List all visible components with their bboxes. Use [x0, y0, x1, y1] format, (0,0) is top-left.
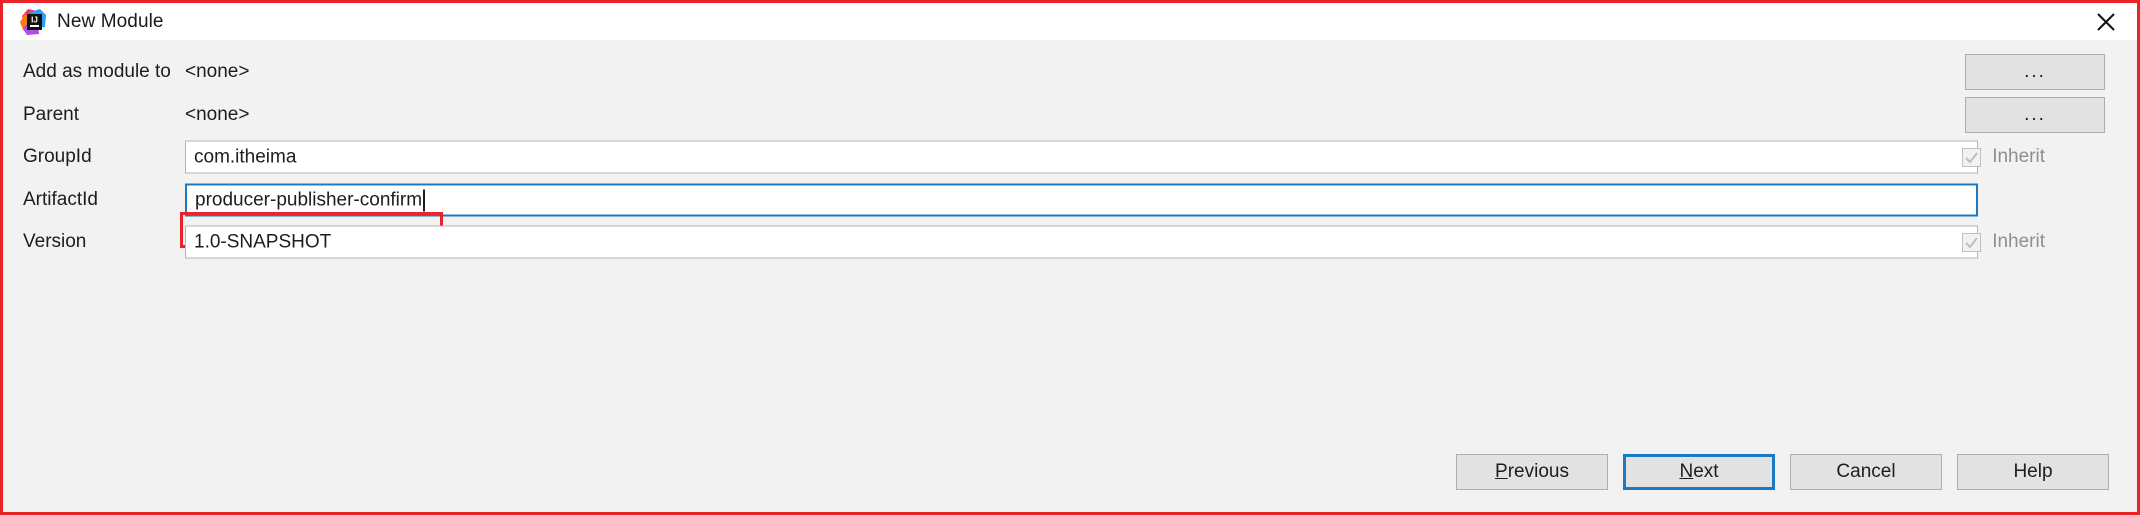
close-button[interactable]: [2075, 3, 2137, 40]
version-inherit-label: Inherit: [1992, 231, 2045, 252]
row-groupid: GroupId com.itheima Inherit: [3, 137, 2137, 177]
dialog-content: Add as module to <none> ... Parent <none…: [3, 40, 2137, 512]
previous-button[interactable]: Previous: [1456, 454, 1608, 490]
groupid-inherit-checkbox[interactable]: Inherit: [1962, 146, 2045, 168]
cancel-label: Cancel: [1836, 461, 1896, 482]
label-version: Version: [23, 231, 87, 252]
groupid-inherit-label: Inherit: [1992, 146, 2045, 167]
value-parent: <none>: [185, 104, 250, 125]
text-caret: [423, 189, 426, 211]
row-parent: Parent <none> ...: [3, 95, 2137, 135]
row-version: Version 1.0-SNAPSHOT Inherit: [3, 222, 2137, 262]
checkbox-checked-icon: [1962, 232, 1982, 252]
ellipsis-icon: ...: [2024, 61, 2046, 83]
version-inherit-checkbox[interactable]: Inherit: [1962, 231, 2045, 253]
artifactid-value: producer-publisher-confirm: [195, 189, 423, 211]
label-parent: Parent: [23, 104, 79, 125]
close-icon: [2097, 12, 2115, 31]
label-add-as-module-to: Add as module to: [23, 61, 171, 82]
next-mnemonic: N: [1679, 461, 1694, 482]
svg-text:IJ: IJ: [31, 15, 38, 24]
version-value: 1.0-SNAPSHOT: [194, 231, 332, 253]
checkbox-checked-icon: [1962, 147, 1982, 167]
next-label: ext: [1693, 461, 1719, 482]
help-button[interactable]: Help: [1957, 454, 2109, 490]
row-artifactid: ArtifactId producer-publisher-confirm: [3, 180, 2137, 220]
browse-add-as-module-to-button[interactable]: ...: [1965, 54, 2105, 90]
row-add-as-module-to: Add as module to <none> ...: [3, 52, 2137, 92]
new-module-dialog: IJ New Module Add as module to <none> ..…: [0, 0, 2140, 515]
version-input[interactable]: 1.0-SNAPSHOT: [185, 225, 1978, 259]
artifactid-input[interactable]: producer-publisher-confirm: [185, 183, 1978, 217]
ellipsis-icon: ...: [2024, 104, 2046, 126]
label-artifactid: ArtifactId: [23, 189, 98, 210]
title-bar: IJ New Module: [3, 3, 2137, 40]
groupid-input[interactable]: com.itheima: [185, 140, 1978, 174]
help-label: Help: [2013, 461, 2053, 482]
groupid-value: com.itheima: [194, 146, 297, 168]
cancel-button[interactable]: Cancel: [1790, 454, 1942, 490]
dialog-button-bar: Previous Next Cancel Help: [1456, 454, 2109, 490]
next-button[interactable]: Next: [1623, 454, 1775, 490]
label-groupid: GroupId: [23, 146, 92, 167]
value-add-as-module-to: <none>: [185, 61, 250, 82]
intellij-idea-icon: IJ: [20, 8, 46, 35]
window-title: New Module: [57, 11, 164, 32]
browse-parent-button[interactable]: ...: [1965, 97, 2105, 133]
previous-label: revious: [1507, 461, 1569, 482]
previous-mnemonic: P: [1495, 461, 1508, 482]
